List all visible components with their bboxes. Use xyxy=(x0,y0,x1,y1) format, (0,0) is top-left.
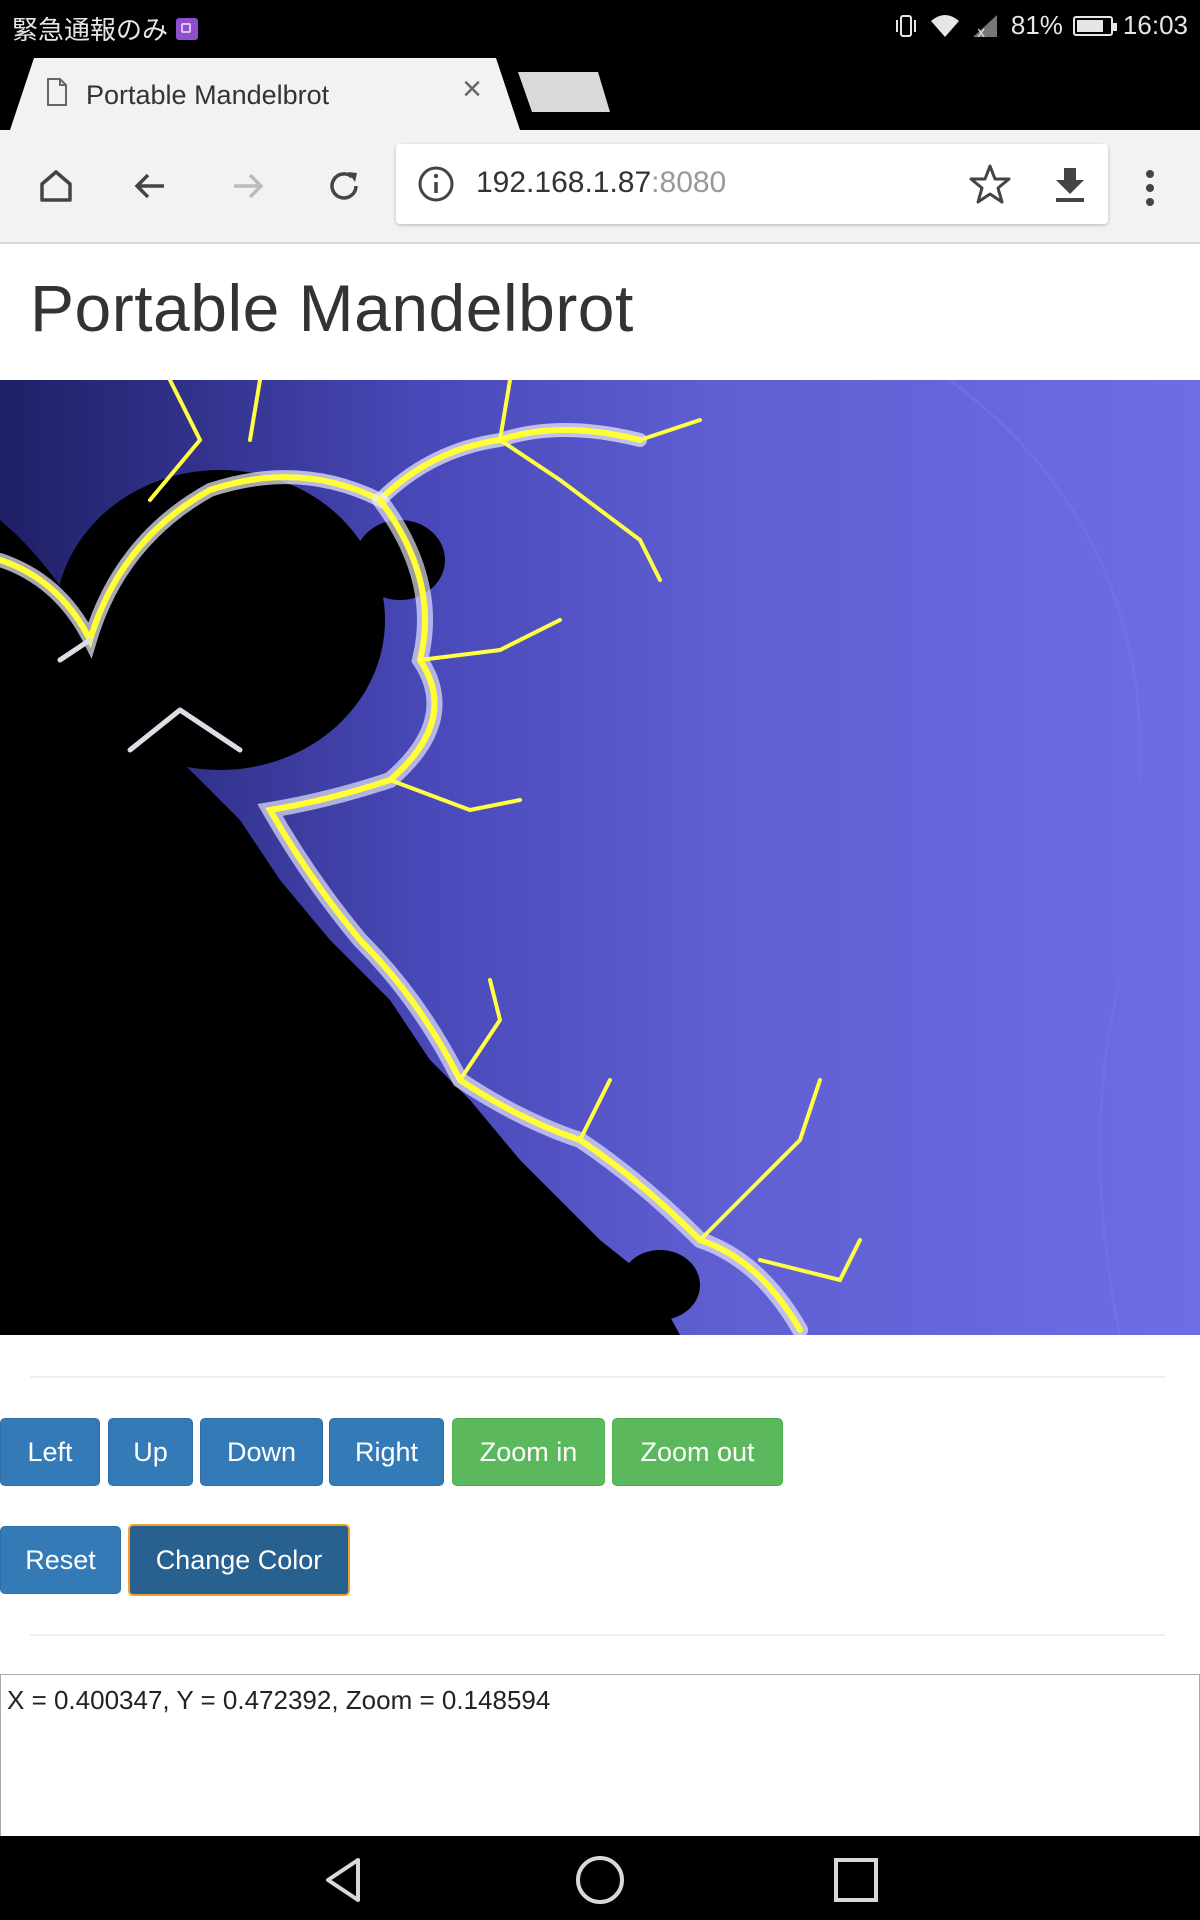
menu-button[interactable] xyxy=(1130,164,1170,214)
system-nav-bar xyxy=(0,1836,1200,1920)
mandelbrot-image xyxy=(0,380,1200,1335)
reload-icon xyxy=(330,172,358,200)
vibrate-icon xyxy=(895,14,916,37)
close-tab-icon[interactable]: × xyxy=(452,70,492,109)
reset-button[interactable]: Reset xyxy=(0,1526,121,1594)
new-tab-button[interactable] xyxy=(518,72,610,112)
info-icon[interactable] xyxy=(416,164,456,204)
reload-button[interactable] xyxy=(318,160,370,212)
menu-icon xyxy=(1146,170,1154,206)
url-port: :8080 xyxy=(651,166,727,199)
notification-icon xyxy=(176,17,199,40)
zoom-out-button[interactable]: Zoom out xyxy=(612,1418,783,1486)
wifi-icon xyxy=(930,14,959,37)
home-icon xyxy=(40,170,72,202)
left-button[interactable]: Left xyxy=(0,1418,100,1486)
page-title: Portable Mandelbrot xyxy=(30,271,634,345)
browser-toolbar: 192.168.1.87:8080 xyxy=(0,130,1200,244)
url-text[interactable]: 192.168.1.87:8080 xyxy=(476,166,726,200)
address-bar[interactable]: 192.168.1.87:8080 xyxy=(396,144,1108,224)
forward-icon xyxy=(234,173,264,199)
svg-text:x: x xyxy=(977,25,985,39)
nav-recents-icon[interactable] xyxy=(828,1852,884,1908)
star-icon[interactable] xyxy=(968,162,1012,206)
download-icon[interactable] xyxy=(1048,162,1092,206)
coordinates-output[interactable]: X = 0.400347, Y = 0.472392, Zoom = 0.148… xyxy=(0,1674,1200,1838)
forward-button[interactable] xyxy=(222,160,274,212)
carrier-text: 緊急通報のみ xyxy=(12,15,169,45)
right-button[interactable]: Right xyxy=(329,1418,444,1486)
divider-top xyxy=(30,1376,1165,1378)
up-button[interactable]: Up xyxy=(108,1418,193,1486)
back-button[interactable] xyxy=(124,160,176,212)
divider-bottom xyxy=(30,1634,1165,1636)
status-bar-left: 緊急通報のみ xyxy=(12,10,199,47)
nav-home-icon[interactable] xyxy=(572,1852,628,1908)
url-host: 192.168.1.87 xyxy=(476,166,652,199)
battery-percent: 81% xyxy=(1010,10,1063,40)
mandelbrot-canvas[interactable] xyxy=(0,380,1200,1335)
page-icon xyxy=(47,78,67,106)
battery-icon xyxy=(1072,15,1117,36)
back-icon xyxy=(134,173,164,199)
tab-strip: Portable Mandelbrot × xyxy=(0,50,1200,130)
zoom-in-button[interactable]: Zoom in xyxy=(452,1418,605,1486)
clock: 16:03 xyxy=(1122,10,1188,40)
down-button[interactable]: Down xyxy=(200,1418,323,1486)
home-button[interactable] xyxy=(30,160,82,212)
status-bar: 緊急通報のみ x 81% 16:03 xyxy=(0,0,1200,50)
browser-tab[interactable]: Portable Mandelbrot × xyxy=(10,58,520,130)
signal-icon: x xyxy=(972,14,997,39)
tab-title: Portable Mandelbrot xyxy=(86,80,330,110)
status-bar-right: x 81% 16:03 xyxy=(893,10,1188,41)
change-color-button[interactable]: Change Color xyxy=(128,1524,350,1596)
nav-back-icon[interactable] xyxy=(316,1852,372,1908)
